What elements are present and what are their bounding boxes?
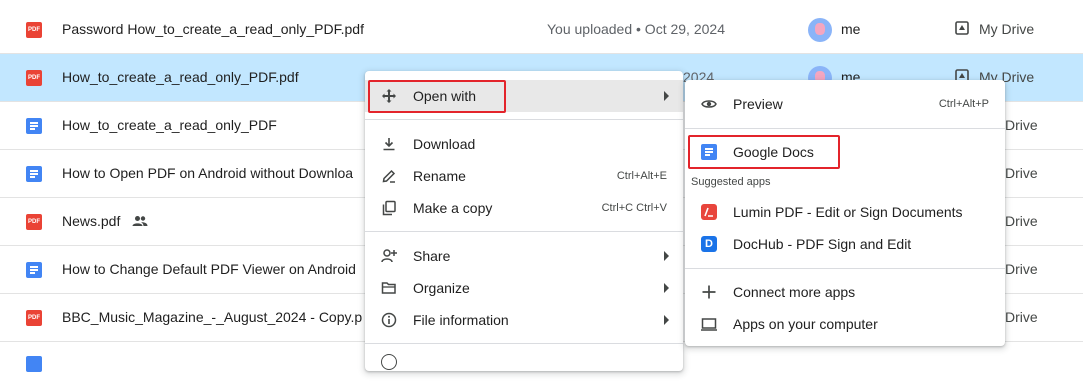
menu-item-rename[interactable]: Rename Ctrl+Alt+E bbox=[365, 160, 683, 192]
docs-icon bbox=[26, 356, 42, 372]
menu-item-file-information[interactable]: File information bbox=[365, 304, 683, 336]
open-with-submenu: Preview Ctrl+Alt+P Google Docs Suggested… bbox=[685, 80, 1005, 346]
chevron-right-icon bbox=[664, 91, 669, 101]
file-location: Drive bbox=[1005, 261, 1038, 277]
move-arrows-icon bbox=[382, 89, 396, 103]
menu-item-apps-on-computer[interactable]: Apps on your computer bbox=[685, 308, 1005, 340]
pdf-icon: PDF bbox=[26, 70, 42, 86]
copy-icon bbox=[382, 200, 396, 216]
menu-item-label: Share bbox=[413, 248, 451, 264]
file-row[interactable]: PDF Password How_to_create_a_read_only_P… bbox=[0, 6, 1083, 54]
file-location: Drive bbox=[1005, 213, 1038, 229]
menu-item-label: Google Docs bbox=[733, 144, 814, 160]
google-docs-icon bbox=[701, 144, 717, 160]
menu-item-label: Rename bbox=[413, 168, 466, 184]
menu-divider bbox=[365, 231, 683, 232]
file-name[interactable]: How_to_create_a_read_only_PDF.pdf bbox=[62, 69, 299, 85]
menu-item-share[interactable]: Share bbox=[365, 240, 683, 272]
pencil-icon bbox=[382, 169, 396, 183]
menu-divider bbox=[365, 119, 683, 120]
file-location: Drive bbox=[1005, 165, 1038, 181]
menu-item-dochub[interactable]: D DocHub - PDF Sign and Edit bbox=[685, 228, 1005, 260]
shortcut-hint: Ctrl+Alt+P bbox=[938, 98, 989, 110]
lumin-pdf-icon bbox=[701, 204, 717, 220]
pdf-icon: PDF bbox=[26, 310, 42, 326]
file-name[interactable]: BBC_Music_Magazine_-_August_2024 - Copy.… bbox=[62, 309, 362, 325]
context-menu: Open with Download Rename Ctrl+Alt+E Mak… bbox=[365, 71, 683, 371]
plus-icon bbox=[702, 285, 716, 299]
menu-item-make-copy[interactable]: Make a copy Ctrl+C Ctrl+V bbox=[365, 192, 683, 224]
file-name[interactable]: Password How_to_create_a_read_only_PDF.p… bbox=[62, 21, 364, 37]
menu-item-organize[interactable]: Organize bbox=[365, 272, 683, 304]
menu-item-label: Download bbox=[413, 136, 476, 152]
menu-item-label: Open with bbox=[413, 88, 477, 104]
menu-item-label: File information bbox=[413, 312, 509, 328]
pdf-icon: PDF bbox=[26, 22, 42, 38]
menu-item-label: Lumin PDF - Edit or Sign Documents bbox=[733, 204, 963, 220]
file-name[interactable]: How to Open PDF on Android without Downl… bbox=[62, 165, 353, 181]
menu-divider bbox=[685, 268, 1005, 269]
menu-item-open-with[interactable]: Open with bbox=[365, 80, 683, 112]
avatar bbox=[808, 18, 832, 42]
file-owner: me bbox=[841, 21, 861, 37]
menu-item-connect-more-apps[interactable]: Connect more apps bbox=[685, 276, 1005, 308]
menu-item-lumin-pdf[interactable]: Lumin PDF - Edit or Sign Documents bbox=[685, 196, 1005, 228]
menu-item-google-docs[interactable]: Google Docs bbox=[685, 136, 1005, 168]
menu-item-download[interactable]: Download bbox=[365, 128, 683, 160]
file-location: Drive bbox=[1005, 309, 1038, 325]
person-add-icon bbox=[381, 249, 397, 263]
my-drive-icon bbox=[955, 21, 969, 35]
menu-divider bbox=[685, 128, 1005, 129]
file-location: My Drive bbox=[979, 21, 1035, 37]
pdf-icon: PDF bbox=[26, 214, 42, 230]
section-label-suggested-apps: Suggested apps bbox=[691, 176, 771, 188]
menu-item-label: Preview bbox=[733, 96, 783, 112]
shortcut-hint: Ctrl+C Ctrl+V bbox=[601, 202, 667, 214]
folder-open-icon bbox=[381, 282, 396, 294]
chevron-right-icon bbox=[664, 251, 669, 261]
info-icon bbox=[381, 312, 397, 328]
shared-people-icon bbox=[132, 216, 148, 226]
eye-icon bbox=[701, 100, 717, 108]
chevron-right-icon bbox=[664, 315, 669, 325]
menu-item-label: Connect more apps bbox=[733, 284, 856, 300]
file-name[interactable]: How to Change Default PDF Viewer on Andr… bbox=[62, 261, 356, 277]
menu-item-preview[interactable]: Preview Ctrl+Alt+P bbox=[685, 88, 1005, 120]
file-modified: You uploaded • Oct 29, 2024 bbox=[547, 21, 725, 37]
menu-item-label: Organize bbox=[413, 280, 470, 296]
download-icon bbox=[383, 138, 395, 151]
trash-icon bbox=[381, 354, 397, 370]
menu-item-label: DocHub - PDF Sign and Edit bbox=[733, 236, 912, 252]
menu-item-label: Make a copy bbox=[413, 200, 493, 216]
menu-divider bbox=[365, 343, 683, 344]
docs-icon bbox=[26, 118, 42, 134]
file-location: Drive bbox=[1005, 117, 1038, 133]
chevron-right-icon bbox=[664, 283, 669, 293]
docs-icon bbox=[26, 166, 42, 182]
computer-icon bbox=[701, 318, 717, 331]
dochub-icon: D bbox=[701, 236, 717, 252]
docs-icon bbox=[26, 262, 42, 278]
file-name[interactable]: News.pdf bbox=[62, 213, 120, 229]
file-name[interactable]: How_to_create_a_read_only_PDF bbox=[62, 117, 277, 133]
shortcut-hint: Ctrl+Alt+E bbox=[616, 170, 667, 182]
menu-item-label: Apps on your computer bbox=[733, 316, 878, 332]
